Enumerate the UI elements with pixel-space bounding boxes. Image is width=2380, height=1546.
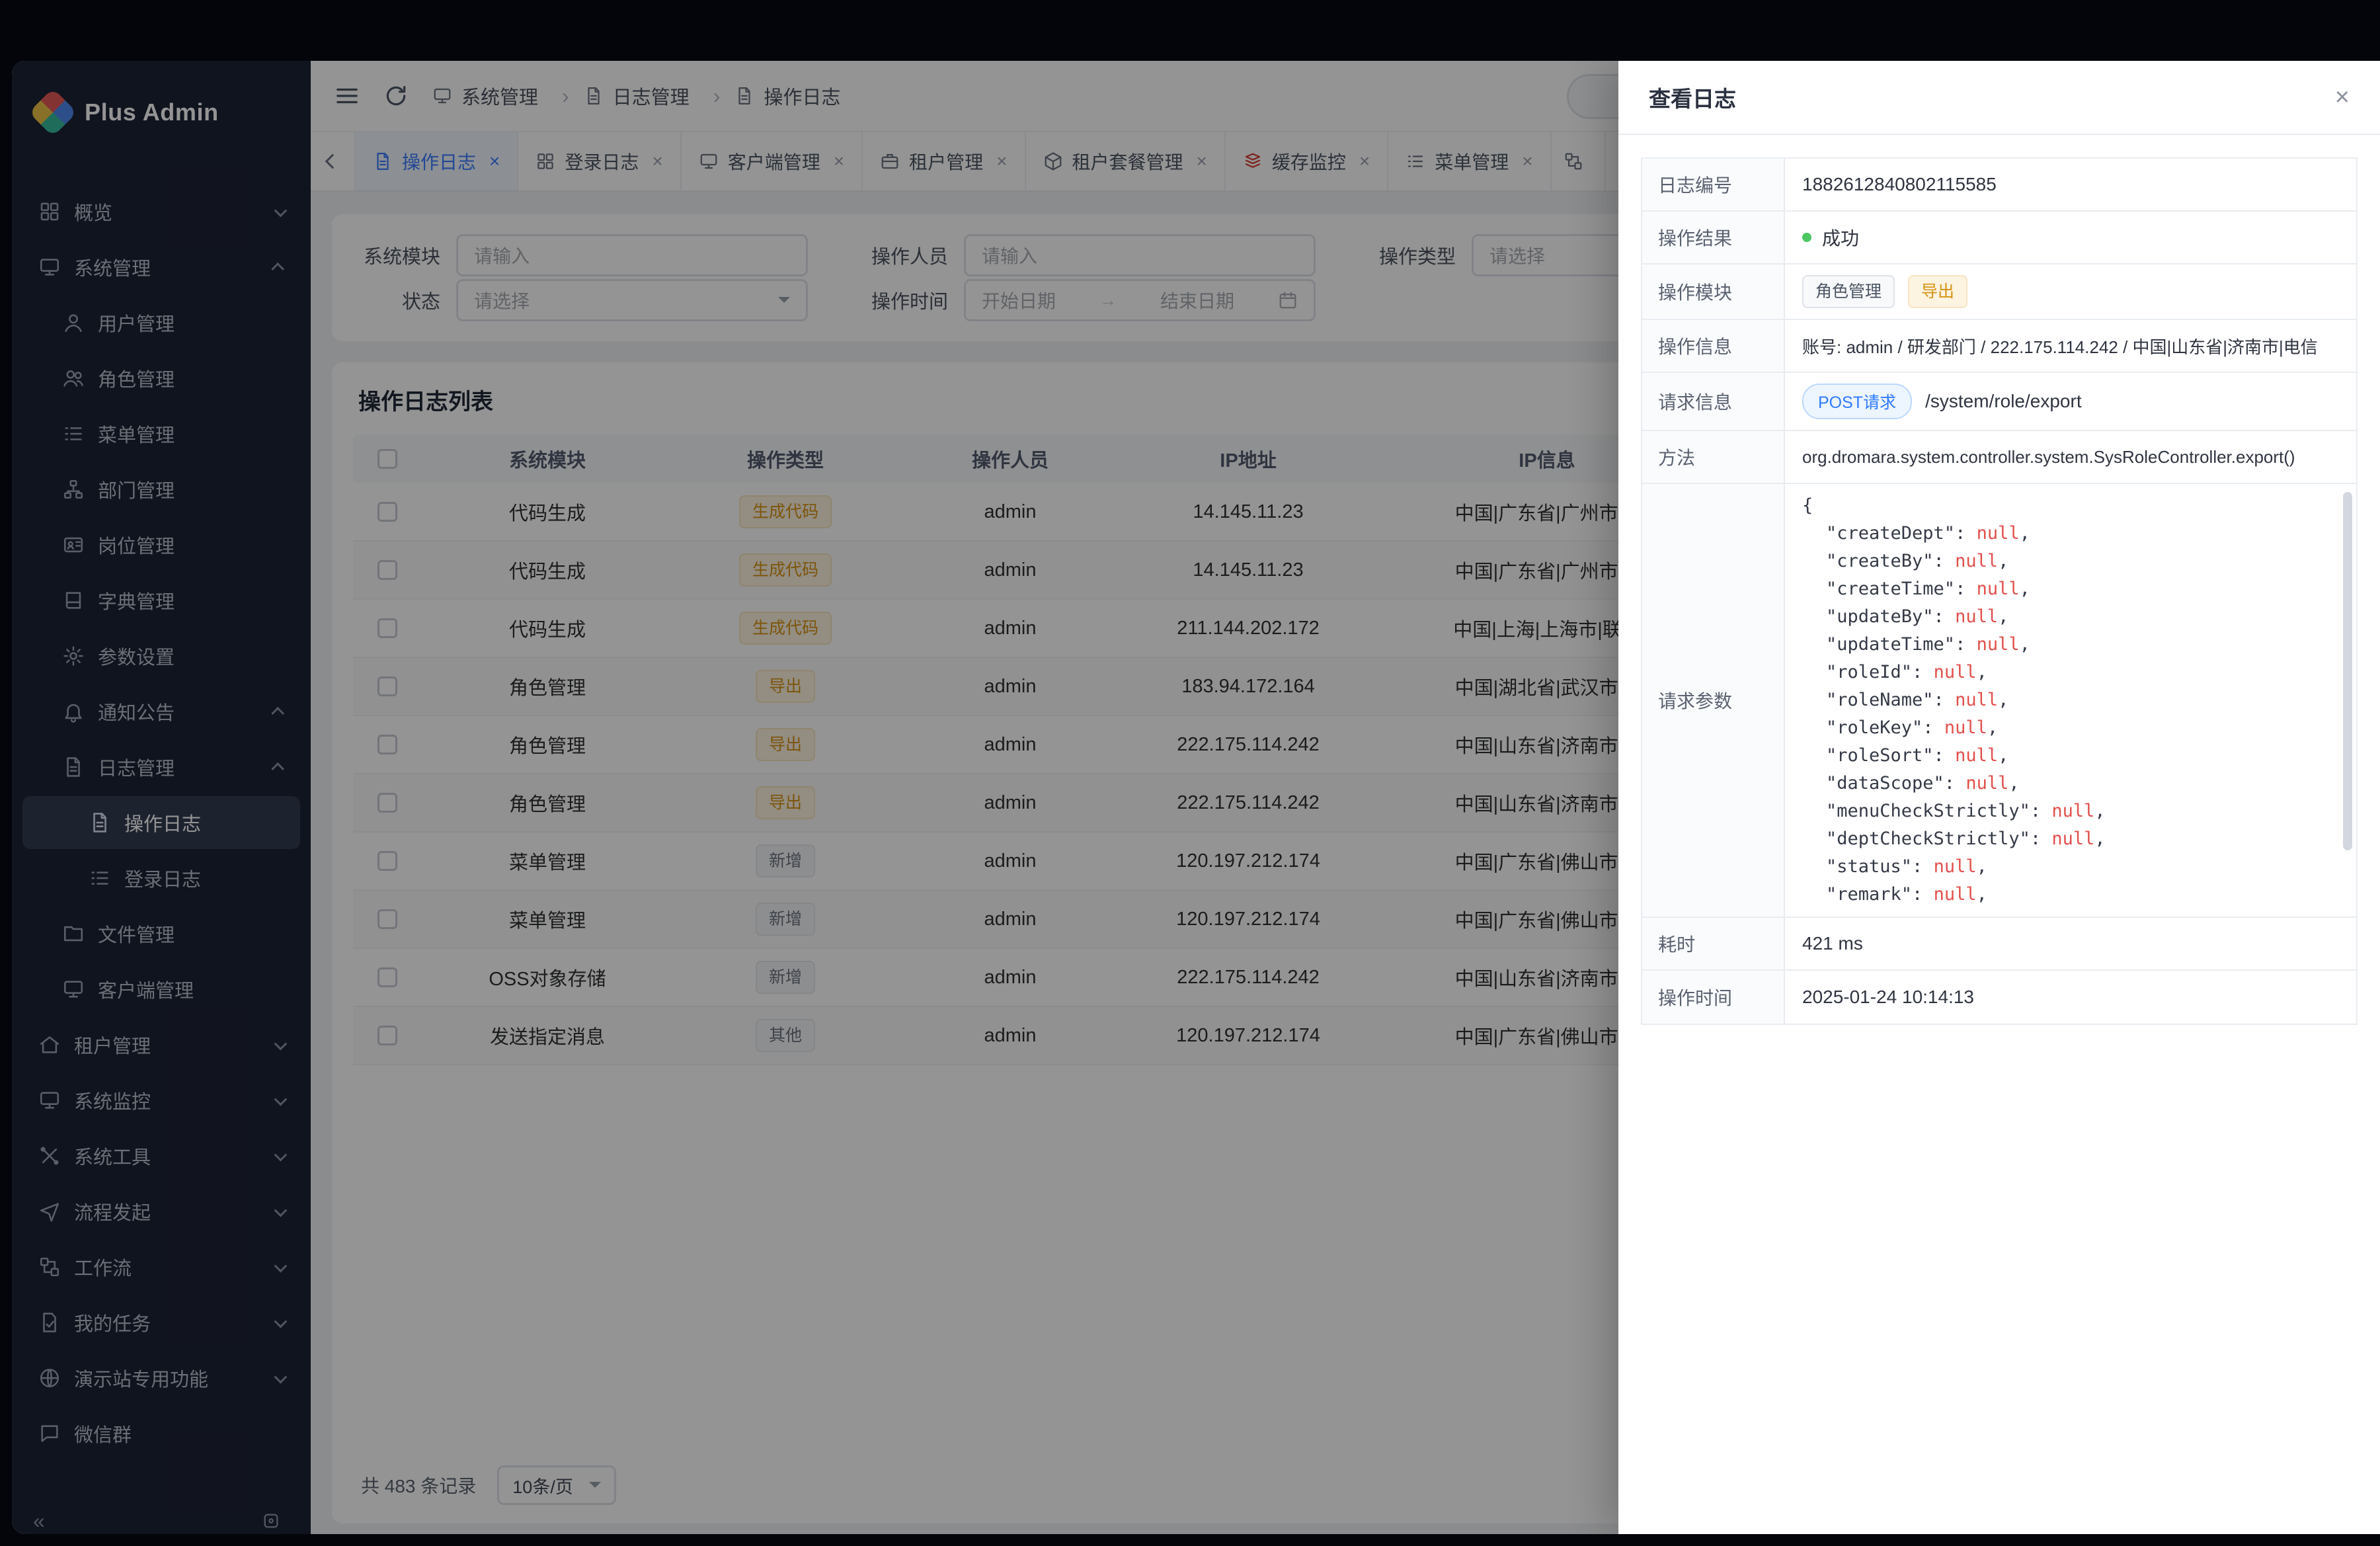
time-value: 2025-01-24 10:14:13 bbox=[1785, 971, 2356, 1024]
log-id-value: 1882612840802115585 bbox=[1785, 159, 2356, 210]
detail-row-time: 操作时间 2025-01-24 10:14:13 bbox=[1642, 971, 2356, 1024]
scrollbar-thumb[interactable] bbox=[2343, 492, 2352, 850]
operation-info-value: 账号: admin / 研发部门 / 222.175.114.242 / 中国|… bbox=[1785, 320, 2356, 372]
code-line: "roleName": null, bbox=[1802, 686, 2339, 714]
close-icon[interactable]: × bbox=[2335, 85, 2350, 110]
request-path: /system/role/export bbox=[1925, 391, 2082, 412]
code-line: "status": null, bbox=[1802, 853, 2339, 881]
request-info-value: POST请求 /system/role/export bbox=[1785, 373, 2356, 430]
code-line: "updateBy": null, bbox=[1802, 603, 2339, 631]
app-window: Plus Admin 概览 系统管理 用户管理 bbox=[12, 61, 2380, 1534]
module-value: 角色管理 导出 bbox=[1785, 264, 2356, 319]
drawer-body: 日志编号 1882612840802115585 操作结果 成功 操作模块 角色… bbox=[1618, 135, 2380, 1047]
detail-row-params: 请求参数 { "createDept": null, "createBy": n… bbox=[1642, 484, 2356, 918]
code-line: "deptCheckStrictly": null, bbox=[1802, 825, 2339, 853]
post-method-tag: POST请求 bbox=[1802, 384, 1912, 419]
code-line: "updateTime": null, bbox=[1802, 631, 2339, 659]
detail-row-request: 请求信息 POST请求 /system/role/export bbox=[1642, 373, 2356, 431]
scrollbar[interactable] bbox=[2343, 492, 2352, 909]
method-value: org.dromara.system.controller.system.Sys… bbox=[1785, 431, 2356, 483]
detail-row-cost: 耗时 421 ms bbox=[1642, 918, 2356, 971]
code-line: "menuCheckStrictly": null, bbox=[1802, 797, 2339, 825]
code-line: "createDept": null, bbox=[1802, 520, 2339, 548]
detail-row-method: 方法 org.dromara.system.controller.system.… bbox=[1642, 431, 2356, 484]
detail-row-info: 操作信息 账号: admin / 研发部门 / 222.175.114.242 … bbox=[1642, 320, 2356, 373]
success-status-dot bbox=[1802, 233, 1811, 242]
drawer-title: 查看日志 bbox=[1649, 81, 1736, 113]
result-value: 成功 bbox=[1785, 212, 2356, 263]
code-line: "remark": null, bbox=[1802, 881, 2339, 909]
code-line: "dataScope": null, bbox=[1802, 770, 2339, 797]
detail-row-log-id: 日志编号 1882612840802115585 bbox=[1642, 159, 2356, 212]
code-line: "roleKey": null, bbox=[1802, 714, 2339, 742]
module-tag: 角色管理 bbox=[1802, 275, 1895, 308]
detail-row-result: 操作结果 成功 bbox=[1642, 212, 2356, 264]
json-code-block[interactable]: { "createDept": null, "createBy": null, … bbox=[1802, 492, 2339, 909]
code-line: { bbox=[1802, 492, 2339, 520]
log-detail-table: 日志编号 1882612840802115585 操作结果 成功 操作模块 角色… bbox=[1641, 157, 2358, 1025]
action-tag: 导出 bbox=[1908, 275, 1967, 308]
code-line: "roleId": null, bbox=[1802, 659, 2339, 686]
request-params-value: { "createDept": null, "createBy": null, … bbox=[1785, 484, 2356, 916]
cost-value: 421 ms bbox=[1785, 918, 2356, 969]
detail-row-module: 操作模块 角色管理 导出 bbox=[1642, 264, 2356, 320]
code-line: "createTime": null, bbox=[1802, 575, 2339, 603]
view-log-drawer: 查看日志 × 日志编号 1882612840802115585 操作结果 成功 … bbox=[1618, 61, 2380, 1534]
code-line: "createBy": null, bbox=[1802, 548, 2339, 575]
code-line: "roleSort": null, bbox=[1802, 742, 2339, 770]
drawer-header: 查看日志 × bbox=[1618, 61, 2380, 135]
